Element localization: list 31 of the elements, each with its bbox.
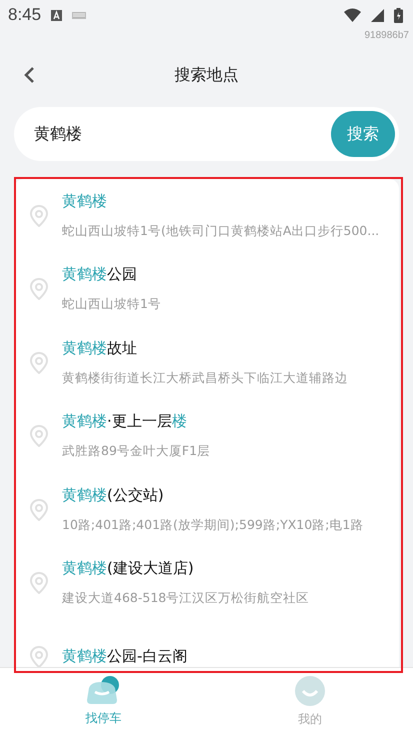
- location-pin-icon: [30, 204, 48, 227]
- location-pin-icon: [30, 498, 48, 521]
- signal-icon: [371, 8, 384, 22]
- place-address: 建设大道468-518号江汉区万松街航空社区: [62, 590, 310, 608]
- location-pin-icon: [30, 425, 48, 448]
- place-address: 蛇山西山坡特1号(地铁司门口黄鹤楼站A出口步行500...: [62, 222, 380, 240]
- place-name[interactable]: 黄鹤楼公园: [62, 265, 161, 284]
- place-address: 10路;401路;401路(放学期间);599路;YX10路;电1路: [62, 516, 364, 534]
- search-input[interactable]: 黄鹤楼: [32, 124, 331, 144]
- battery-icon: [394, 8, 403, 22]
- place-name[interactable]: 黄鹤楼(建设大道店): [62, 559, 310, 578]
- place-name[interactable]: 黄鹤楼(公交站): [62, 486, 364, 505]
- location-pin-icon: [30, 278, 48, 300]
- place-name[interactable]: 黄鹤楼·更上一层楼: [62, 412, 210, 432]
- keyboard-icon: [72, 12, 86, 18]
- place-address: 武胜路89号金叶大厦F1层: [62, 443, 210, 460]
- place-name[interactable]: 黄鹤楼公园-白云阁: [62, 647, 188, 666]
- status-time: 8:45: [8, 5, 42, 25]
- place-name[interactable]: 黄鹤楼故址: [62, 338, 348, 358]
- car-icon: [85, 676, 122, 706]
- wifi-icon: [344, 8, 361, 22]
- location-pin-icon: [30, 352, 48, 374]
- page-title: 搜索地点: [174, 64, 238, 86]
- place-address: 黄鹤楼街街道长江大桥武昌桥头下临江大道辅路边: [62, 370, 348, 387]
- search-field[interactable]: 黄鹤楼 搜索: [14, 107, 399, 161]
- smiley-icon: [294, 674, 326, 706]
- place-address: 蛇山西山坡特1号: [62, 296, 161, 314]
- keyboard-language-icon: [51, 10, 62, 20]
- build-id: 918986b7: [364, 30, 409, 43]
- back-icon: [23, 66, 35, 84]
- location-pin-icon: [30, 572, 48, 594]
